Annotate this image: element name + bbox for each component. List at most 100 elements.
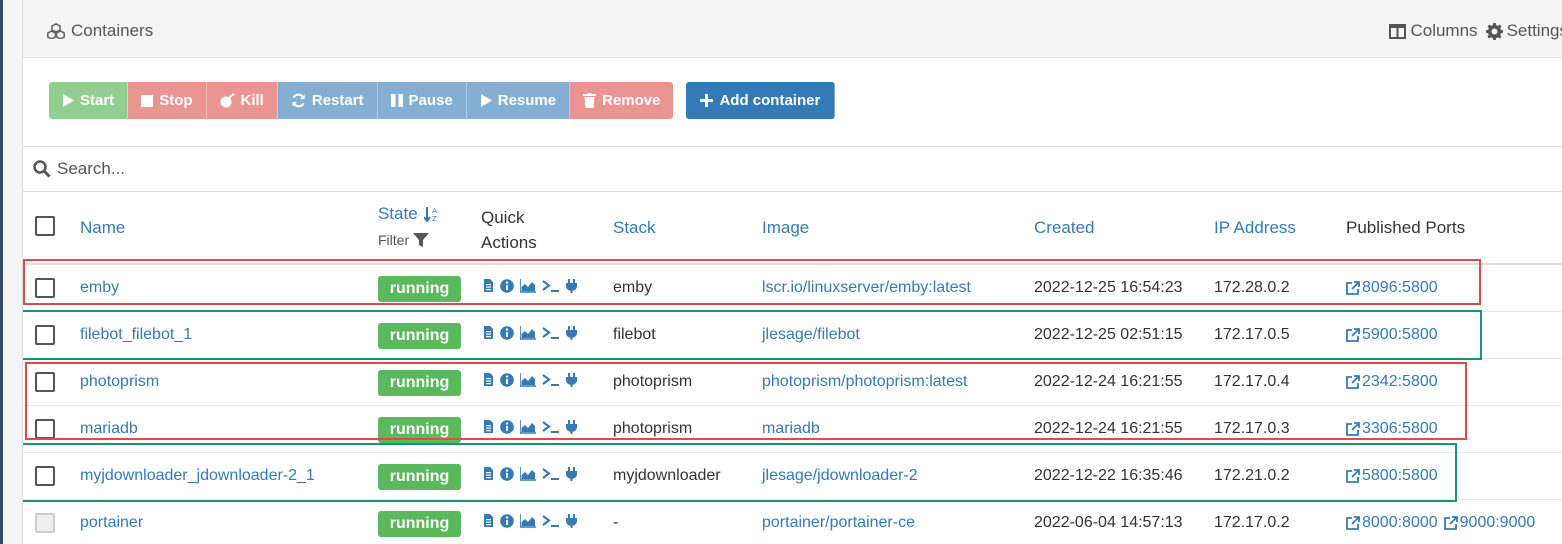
attach-plug-icon[interactable]: [565, 279, 578, 293]
ip-address: 172.21.0.2: [1214, 467, 1290, 484]
port-link[interactable]: 2342:5800: [1346, 373, 1438, 391]
select-all-checkbox[interactable]: [35, 216, 55, 236]
container-name-link[interactable]: myjdownloader_jdownloader-2_1: [80, 467, 315, 485]
stack-name: filebot: [613, 326, 656, 343]
status-badge: running: [378, 511, 461, 537]
attach-plug-icon[interactable]: [565, 467, 578, 481]
image-link[interactable]: jlesage/filebot: [762, 326, 860, 344]
search-icon: [33, 160, 51, 178]
info-icon[interactable]: [500, 420, 514, 434]
resume-button[interactable]: Resume: [466, 82, 571, 119]
row-checkbox[interactable]: [35, 372, 55, 392]
image-link[interactable]: photoprism/photoprism:latest: [762, 373, 967, 391]
attach-plug-icon[interactable]: [565, 420, 578, 434]
gear-icon: [1485, 22, 1503, 40]
created-timestamp: 2022-12-22 16:35:46: [1034, 467, 1183, 484]
image-link[interactable]: portainer/portainer-ce: [762, 514, 915, 532]
stats-chart-icon[interactable]: [520, 420, 536, 434]
console-icon[interactable]: [542, 467, 559, 481]
stats-chart-icon[interactable]: [520, 279, 536, 293]
columns-icon: [1389, 23, 1407, 39]
logs-icon[interactable]: [483, 279, 494, 293]
logs-icon[interactable]: [483, 514, 494, 528]
console-icon[interactable]: [542, 326, 559, 340]
port-link[interactable]: 8096:5800: [1346, 279, 1438, 297]
start-label: Start: [80, 92, 115, 109]
container-name-link[interactable]: emby: [80, 279, 119, 297]
plus-icon: [700, 94, 714, 107]
stop-button[interactable]: Stop: [128, 82, 207, 119]
info-icon[interactable]: [500, 326, 514, 340]
search-input[interactable]: [57, 159, 457, 179]
logs-icon[interactable]: [483, 420, 494, 434]
resume-label: Resume: [497, 92, 557, 109]
quick-actions: [483, 279, 578, 293]
attach-plug-icon[interactable]: [565, 514, 578, 528]
column-header-stack[interactable]: Stack: [613, 218, 656, 238]
pause-icon: [390, 94, 403, 107]
console-icon[interactable]: [542, 279, 559, 293]
port-link[interactable]: 8000:8000: [1346, 514, 1438, 532]
stack-name: -: [613, 514, 619, 531]
console-icon[interactable]: [542, 514, 559, 528]
add-container-button[interactable]: Add container: [686, 82, 836, 119]
container-name-link[interactable]: portainer: [80, 514, 143, 532]
stop-label: Stop: [159, 92, 193, 109]
page-title: Containers: [47, 21, 153, 41]
columns-button[interactable]: Columns: [1389, 21, 1478, 41]
state-filter[interactable]: Filter: [378, 232, 430, 248]
port-link[interactable]: 5800:5800: [1346, 467, 1438, 485]
status-badge: running: [378, 370, 461, 396]
ip-address: 172.17.0.4: [1214, 373, 1290, 390]
column-header-name[interactable]: Name: [80, 218, 125, 238]
stats-chart-icon[interactable]: [520, 514, 536, 528]
stats-chart-icon[interactable]: [520, 326, 536, 340]
logs-icon[interactable]: [483, 467, 494, 481]
start-button[interactable]: Start: [49, 82, 129, 119]
info-icon[interactable]: [500, 279, 514, 293]
logs-icon[interactable]: [483, 326, 494, 340]
container-name-link[interactable]: filebot_filebot_1: [80, 326, 192, 344]
stats-chart-icon[interactable]: [520, 467, 536, 481]
remove-button[interactable]: Remove: [570, 82, 674, 119]
console-icon[interactable]: [542, 373, 559, 387]
column-header-image[interactable]: Image: [762, 218, 809, 238]
ip-address: 172.17.0.5: [1214, 326, 1290, 343]
row-checkbox[interactable]: [35, 419, 55, 439]
info-icon[interactable]: [500, 373, 514, 387]
image-link[interactable]: mariadb: [762, 420, 820, 438]
row-checkbox[interactable]: [35, 325, 55, 345]
row-checkbox[interactable]: [35, 278, 55, 298]
image-link[interactable]: jlesage/jdownloader-2: [762, 467, 918, 485]
table-row: filebot_filebot_1 running filebot jlesag…: [23, 312, 1562, 359]
restart-button[interactable]: Restart: [277, 82, 378, 119]
quick-actions: [483, 326, 578, 340]
container-name-link[interactable]: photoprism: [80, 373, 159, 391]
row-checkbox[interactable]: [35, 466, 55, 486]
column-header-published-ports: Published Ports: [1346, 218, 1466, 237]
table-header: Name State AZ Filter Quick Actions Stack…: [23, 192, 1562, 265]
stats-chart-icon[interactable]: [520, 373, 536, 387]
column-header-ip-address[interactable]: IP Address: [1214, 218, 1296, 238]
settings-button[interactable]: Settings: [1485, 21, 1562, 41]
kill-button[interactable]: Kill: [206, 82, 278, 119]
info-icon[interactable]: [500, 467, 514, 481]
quick-actions: [483, 514, 578, 528]
port-link[interactable]: 5900:5800: [1346, 326, 1438, 344]
logs-icon[interactable]: [483, 373, 494, 387]
port-link[interactable]: 3306:5800: [1346, 420, 1438, 438]
attach-plug-icon[interactable]: [565, 326, 578, 340]
info-icon[interactable]: [500, 514, 514, 528]
console-icon[interactable]: [542, 420, 559, 434]
column-header-created[interactable]: Created: [1034, 218, 1094, 238]
container-name-link[interactable]: mariadb: [80, 420, 138, 438]
pause-button[interactable]: Pause: [377, 82, 467, 119]
attach-plug-icon[interactable]: [565, 373, 578, 387]
created-timestamp: 2022-12-24 16:21:55: [1034, 373, 1183, 390]
status-badge: running: [378, 417, 461, 443]
port-link[interactable]: 9000:9000: [1443, 514, 1535, 532]
filter-icon: [413, 233, 430, 247]
svg-text:Z: Z: [432, 215, 437, 222]
image-link[interactable]: lscr.io/linuxserver/emby:latest: [762, 279, 971, 297]
column-header-state[interactable]: State AZ: [378, 204, 442, 224]
